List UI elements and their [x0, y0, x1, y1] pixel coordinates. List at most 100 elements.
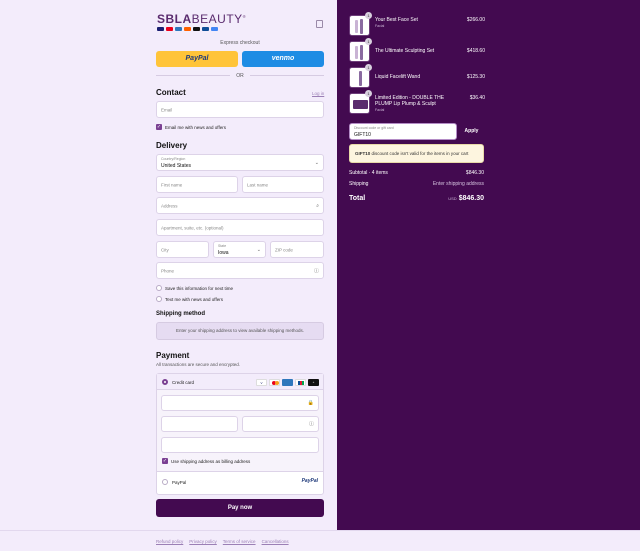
email-field[interactable]: Email: [156, 101, 324, 118]
cart-item: 1 Limited Edition - DOUBLE THE PLUMP Lip…: [349, 90, 485, 115]
help-icon[interactable]: ⓘ: [314, 267, 319, 274]
refund-policy-link[interactable]: Refund policy: [156, 539, 183, 544]
text-me-checkbox[interactable]: [156, 296, 162, 302]
total-value: $846.30: [458, 195, 484, 202]
discover-icon: [184, 27, 191, 31]
visa-icon: V: [256, 379, 267, 386]
privacy-policy-link[interactable]: Privacy policy: [189, 539, 217, 544]
shipping-value: Enter shipping address: [432, 181, 484, 187]
shipping-method-placeholder: Enter your shipping address to view avai…: [156, 322, 324, 340]
footer: Refund policy Privacy policy Terms of se…: [0, 530, 640, 551]
amex-icon: [282, 379, 293, 386]
payment-subtitle: All transactions are secure and encrypte…: [156, 362, 241, 367]
text-me-label: Text me with news and offers: [165, 296, 223, 302]
subtotal-row: Subtotal · 4 items $846.30: [349, 170, 484, 176]
mastercard-icon: [269, 379, 280, 386]
item-price: $36.40: [469, 95, 485, 101]
more-cards-icon: +: [308, 379, 319, 386]
cart-item: 1 Liquid Facelift Wand $125.30: [349, 64, 485, 89]
checkout-form-panel: SBLABEAUTY® Express checkout PayPal venm…: [0, 0, 337, 530]
quantity-badge: 1: [365, 90, 372, 97]
payment-methods: Credit card V + 🔒 ⓘ ✓ Use shipping addre…: [156, 373, 324, 495]
save-info-checkbox[interactable]: [156, 285, 162, 291]
zip-field[interactable]: ZIP code: [270, 241, 324, 258]
paypal-option-label[interactable]: PayPal: [172, 480, 186, 485]
payment-heading: Payment: [156, 351, 190, 360]
subtotal-label: Subtotal · 4 items: [349, 170, 388, 176]
item-name: Your Best Face Set: [375, 17, 418, 23]
amex-icon: [175, 27, 182, 31]
login-link[interactable]: Log in: [312, 91, 324, 96]
shopping-bag-icon[interactable]: [316, 20, 323, 28]
google-pay-icon: [211, 27, 218, 31]
security-code-field[interactable]: ⓘ: [242, 416, 319, 432]
email-news-checkbox[interactable]: ✓: [156, 124, 162, 130]
expiration-date-field[interactable]: [161, 416, 238, 432]
item-price: $418.60: [466, 48, 485, 54]
discount-warning: GIFT10 discount code isn't valid for the…: [349, 144, 484, 163]
city-field[interactable]: City: [156, 241, 209, 258]
cancellations-link[interactable]: Cancellations: [262, 539, 289, 544]
total-row: Total USD $846.30: [349, 195, 484, 202]
shipping-row: Shipping Enter shipping address: [349, 181, 484, 187]
item-name: The Ultimate Sculpting Set: [375, 48, 435, 54]
lock-icon: 🔒: [307, 400, 314, 406]
item-price: $266.00: [466, 17, 485, 23]
card-number-field[interactable]: 🔒: [161, 395, 319, 411]
item-variant: Facial: [375, 24, 385, 28]
quantity-badge: 1: [365, 64, 372, 71]
phone-field[interactable]: Phone ⓘ: [156, 262, 324, 279]
chevron-down-icon: ⌄: [256, 246, 261, 253]
billing-same-label: Use shipping address as billing address: [171, 458, 251, 464]
total-currency: USD: [448, 196, 457, 201]
email-news-label: Email me with news and offers: [165, 124, 226, 130]
cart-item: 1 Your Best Face Set Facial $266.00: [349, 12, 485, 37]
state-select[interactable]: State Iowa ⌄: [213, 241, 266, 258]
country-select[interactable]: Country/Region United States ⌄: [156, 154, 324, 171]
cart-item: 1 The Ultimate Sculpting Set $418.60: [349, 38, 485, 63]
express-checkout-title: Express checkout: [220, 40, 260, 46]
paypal-express-button[interactable]: PayPal: [156, 51, 238, 67]
last-name-field[interactable]: Last name: [242, 176, 324, 193]
item-price: $125.30: [466, 74, 485, 80]
billing-same-checkbox[interactable]: ✓: [162, 458, 168, 464]
quantity-badge: 1: [365, 38, 372, 45]
mastercard-icon: [166, 27, 173, 31]
credit-card-option[interactable]: Credit card V +: [157, 374, 323, 390]
credit-card-label: Credit card: [172, 379, 195, 385]
apply-discount-button[interactable]: Apply: [459, 123, 484, 140]
item-variant: Facial: [375, 108, 385, 112]
help-icon[interactable]: ⓘ: [309, 421, 314, 428]
chevron-down-icon: ⌄: [314, 159, 319, 166]
subtotal-value: $846.30: [465, 170, 484, 176]
address-field[interactable]: Address ⌕: [156, 197, 324, 214]
credit-card-radio[interactable]: [162, 379, 168, 385]
pay-now-button[interactable]: Pay now: [156, 499, 324, 517]
quantity-badge: 1: [365, 12, 372, 19]
item-name: Limited Edition - DOUBLE THE PLUMP Lip P…: [375, 95, 445, 107]
first-name-field[interactable]: First name: [156, 176, 238, 193]
item-name: Liquid Facelift Wand: [375, 74, 421, 80]
shipping-method-heading: Shipping method: [156, 311, 205, 317]
jcb-icon: [202, 27, 209, 31]
apple-pay-icon: [193, 27, 200, 31]
search-icon: ⌕: [316, 202, 319, 209]
jcb-icon: [295, 379, 306, 386]
or-divider: OR: [156, 73, 324, 79]
brand-logo[interactable]: SBLABEAUTY®: [157, 12, 246, 26]
paypal-radio[interactable]: [162, 479, 168, 485]
name-on-card-field[interactable]: [161, 437, 319, 453]
shipping-label: Shipping: [349, 181, 369, 187]
discount-code-field[interactable]: Discount code or gift card GIFT10: [349, 123, 457, 140]
delivery-heading: Delivery: [156, 141, 188, 150]
total-label: Total: [349, 195, 366, 202]
contact-heading: Contact: [156, 88, 186, 97]
paypal-logo: PayPal: [301, 478, 318, 484]
save-info-label: Save this information for next time: [165, 285, 234, 291]
visa-icon: [157, 27, 164, 31]
accepted-payments-strip: [157, 27, 218, 31]
credit-card-form: 🔒 ⓘ ✓ Use shipping address as billing ad…: [157, 390, 323, 472]
venmo-express-button[interactable]: venmo: [242, 51, 324, 67]
apartment-field[interactable]: Apartment, suite, etc. (optional): [156, 219, 324, 236]
terms-of-service-link[interactable]: Terms of service: [223, 539, 256, 544]
